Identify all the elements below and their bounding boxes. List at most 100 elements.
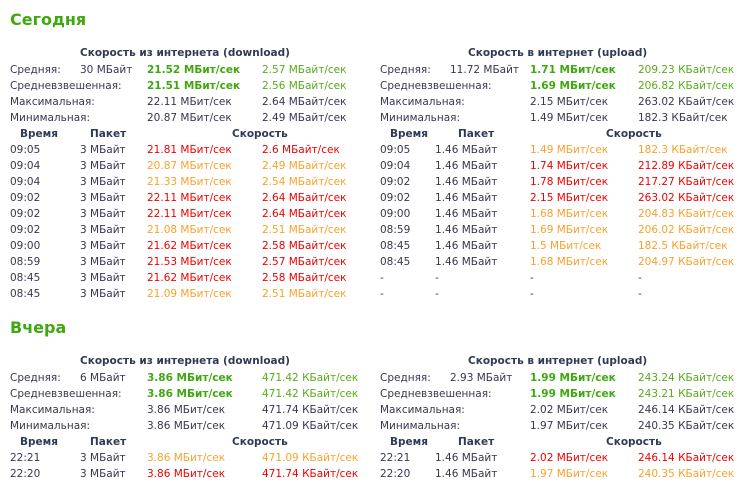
stat-mbit: 1.97 МБит/сек: [530, 420, 609, 432]
row-mbit: 21.62 МБит/сек: [147, 272, 232, 284]
row-packet: 3 МБайт: [80, 452, 126, 464]
row-packet: 3 МБайт: [80, 192, 126, 204]
row-mbit: 1.78 МБит/сек: [530, 176, 609, 188]
row-mbit: 1.69 МБит/сек: [530, 224, 609, 236]
row-bytes: 471.74 КБайт/сек: [262, 468, 359, 480]
stat-label: Минимальная:: [380, 112, 460, 124]
stat-bytes: 2.64 МБайт/сек: [262, 96, 347, 108]
row-bytes: 263.02 КБайт/сек: [638, 192, 735, 204]
row-time: 09:02: [10, 224, 41, 236]
stat-bytes: 243.24 КБайт/сек: [638, 372, 735, 384]
stat-label: Максимальная:: [10, 404, 95, 416]
row-time: 09:05: [380, 144, 411, 156]
stat-mbit: 1.69 МБит/сек: [530, 80, 616, 92]
row-packet: 3 МБайт: [80, 256, 126, 268]
stat-label: Средневзвешенная:: [10, 80, 122, 92]
row-mbit: 21.62 МБит/сек: [147, 240, 232, 252]
row-bytes: 2.51 МБайт/сек: [262, 224, 347, 236]
row-bytes: 217.27 КБайт/сек: [638, 176, 735, 188]
row-packet: 3 МБайт: [80, 224, 126, 236]
row-time: 09:04: [10, 160, 41, 172]
row-time: 22:21: [10, 452, 41, 464]
stat-mbit: 3.86 МБит/сек: [147, 372, 233, 384]
column-packet: Пакет: [458, 436, 495, 448]
row-mbit: 21.09 МБит/сек: [147, 288, 232, 300]
row-packet: -: [435, 272, 439, 284]
row-time: 08:45: [380, 240, 411, 252]
stat-bytes: 182.3 КБайт/сек: [638, 112, 728, 124]
row-bytes: 212.89 КБайт/сек: [638, 160, 735, 172]
row-bytes: 2.49 МБайт/сек: [262, 160, 347, 172]
row-packet: 1.46 МБайт: [435, 208, 498, 220]
row-packet: 3 МБайт: [80, 144, 126, 156]
row-bytes: 246.14 КБайт/сек: [638, 452, 735, 464]
row-time: 22:20: [380, 468, 411, 480]
stat-label: Средняя:: [380, 64, 431, 76]
row-time: 09:05: [10, 144, 41, 156]
row-bytes: 2.51 МБайт/сек: [262, 288, 347, 300]
row-bytes: -: [638, 272, 642, 284]
column-time: Время: [20, 436, 58, 448]
row-bytes: 206.02 КБайт/сек: [638, 224, 735, 236]
row-bytes: 204.97 КБайт/сек: [638, 256, 735, 268]
row-time: -: [380, 272, 384, 284]
stat-mbit: 20.87 МБит/сек: [147, 112, 232, 124]
stat-bytes: 2.56 МБайт/сек: [262, 80, 347, 92]
row-bytes: 204.83 КБайт/сек: [638, 208, 735, 220]
row-packet: 1.46 МБайт: [435, 144, 498, 156]
row-mbit: 21.53 МБит/сек: [147, 256, 232, 268]
row-mbit: 21.33 МБит/сек: [147, 176, 232, 188]
row-time: 08:45: [380, 256, 411, 268]
row-bytes: 2.57 МБайт/сек: [262, 256, 347, 268]
row-mbit: 2.02 МБит/сек: [530, 452, 609, 464]
stat-size: 6 МБайт: [80, 372, 126, 384]
column-packet: Пакет: [90, 436, 127, 448]
stat-label: Средневзвешенная:: [380, 388, 492, 400]
row-time: 09:02: [10, 192, 41, 204]
stat-bytes: 243.21 КБайт/сек: [638, 388, 735, 400]
row-bytes: 2.54 МБайт/сек: [262, 176, 347, 188]
stat-bytes: 471.74 КБайт/сек: [262, 404, 359, 416]
row-time: 09:00: [380, 208, 411, 220]
column-packet: Пакет: [458, 128, 495, 140]
row-mbit: 3.86 МБит/сек: [147, 452, 226, 464]
stat-label: Средняя:: [10, 372, 61, 384]
row-bytes: 2.64 МБайт/сек: [262, 208, 347, 220]
row-bytes: 2.64 МБайт/сек: [262, 192, 347, 204]
row-mbit: 1.97 МБит/сек: [530, 468, 609, 480]
row-mbit: 3.86 МБит/сек: [147, 468, 226, 480]
row-time: 09:00: [10, 240, 41, 252]
row-packet: 1.46 МБайт: [435, 224, 498, 236]
row-packet: 3 МБайт: [80, 288, 126, 300]
row-packet: 3 МБайт: [80, 240, 126, 252]
row-bytes: 2.58 МБайт/сек: [262, 240, 347, 252]
panel-heading: Скорость из интернета (download): [80, 355, 290, 367]
row-mbit: 1.68 МБит/сек: [530, 256, 609, 268]
row-packet: 3 МБайт: [80, 176, 126, 188]
column-speed: Скорость: [606, 436, 662, 448]
row-packet: 1.46 МБайт: [435, 256, 498, 268]
stat-size: 2.93 МБайт: [450, 372, 513, 384]
row-mbit: 22.11 МБит/сек: [147, 192, 232, 204]
row-time: 08:59: [10, 256, 41, 268]
row-packet: 1.46 МБайт: [435, 468, 498, 480]
row-mbit: 21.08 МБит/сек: [147, 224, 232, 236]
stat-mbit: 1.71 МБит/сек: [530, 64, 616, 76]
row-packet: 1.46 МБайт: [435, 452, 498, 464]
row-mbit: 1.68 МБит/сек: [530, 208, 609, 220]
row-bytes: -: [638, 288, 642, 300]
day-title: Вчера: [10, 318, 67, 337]
row-time: 22:21: [380, 452, 411, 464]
row-time: 09:02: [380, 176, 411, 188]
stat-mbit: 1.99 МБит/сек: [530, 372, 616, 384]
stat-mbit: 1.49 МБит/сек: [530, 112, 609, 124]
row-packet: 3 МБайт: [80, 272, 126, 284]
row-time: 09:02: [10, 208, 41, 220]
row-mbit: 1.74 МБит/сек: [530, 160, 609, 172]
row-mbit: 1.49 МБит/сек: [530, 144, 609, 156]
column-packet: Пакет: [90, 128, 127, 140]
stat-mbit: 2.15 МБит/сек: [530, 96, 609, 108]
row-packet: 1.46 МБайт: [435, 192, 498, 204]
stat-bytes: 209.23 КБайт/сек: [638, 64, 735, 76]
row-time: 09:04: [10, 176, 41, 188]
